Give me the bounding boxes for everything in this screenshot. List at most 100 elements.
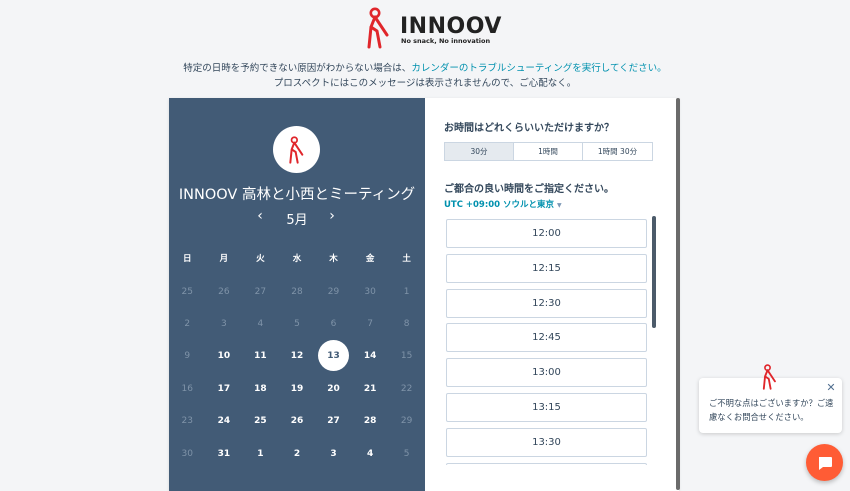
- chat-launcher-button[interactable]: [806, 444, 843, 481]
- calendar-day-unavailable: 22: [400, 383, 413, 394]
- calendar-day-available[interactable]: 18: [242, 374, 279, 404]
- calendar-day-unavailable: 1: [403, 286, 410, 297]
- weekday-header: 日月火水木金土: [169, 243, 425, 275]
- brand-name: INNOOV: [400, 14, 502, 39]
- troubleshoot-notice: 特定の日時を予約できない原因がわからない場合は、カレンダーのトラブルシューティン…: [0, 61, 850, 91]
- calendar-day-available[interactable]: 27: [315, 406, 352, 436]
- calendar-week-row: 2 3 4 5 6 7 8: [169, 308, 425, 340]
- time-slot-list: 12:00 12:15 12:30 12:45 13:00 13:15 13:30: [446, 219, 647, 465]
- time-slot-button[interactable]: 13:30: [446, 427, 647, 457]
- calendar-day-selected[interactable]: 13: [315, 340, 352, 372]
- innoov-logo-icon: [367, 7, 389, 49]
- time-slot-button[interactable]: 12:00: [446, 219, 647, 248]
- organizer-avatar: [273, 126, 320, 173]
- weekday-label: 日: [183, 254, 192, 265]
- notice-line-1: 特定の日時を予約できない原因がわからない場合は、カレンダーのトラブルシューティン…: [0, 61, 850, 76]
- timezone-dropdown[interactable]: UTC +09:00 ソウルと東京 ▼: [444, 198, 562, 210]
- calendar-day-number: 13: [327, 351, 340, 362]
- time-slot-button[interactable]: 13:15: [446, 392, 647, 422]
- duration-option-button[interactable]: 1時間: [514, 142, 583, 161]
- calendar-day-available[interactable]: 20: [315, 374, 352, 404]
- calendar-day-unavailable: 5: [403, 448, 410, 459]
- duration-option-button[interactable]: 1時間 30分: [583, 142, 653, 161]
- calendar-day-available[interactable]: 21: [352, 374, 389, 404]
- calendar-day-available[interactable]: 12: [279, 341, 316, 371]
- time-slot-button[interactable]: 12:30: [446, 288, 647, 318]
- notice-text: 特定の日時を予約できない原因がわからない場合は、: [183, 63, 412, 74]
- calendar-day-unavailable: 15: [400, 351, 413, 362]
- calendar-day-unavailable: 27: [254, 286, 267, 297]
- month-navigation: ‹ 5月 ›: [169, 208, 425, 228]
- time-slot-button[interactable]: 12:45: [446, 323, 647, 353]
- calendar-day-available[interactable]: 28: [352, 406, 389, 436]
- calendar-day-unavailable: 26: [218, 286, 230, 297]
- duration-selector: 30分 1時間 1時間 30分: [444, 142, 653, 161]
- weekday-label: 土: [402, 254, 411, 265]
- calendar-day-unavailable: 7: [367, 318, 373, 329]
- time-selection-panel: お時間はどれくらいいただけますか？ 30分 1時間 1時間 30分 ご都合の良い時間…: [425, 98, 679, 491]
- calendar-week-row: 23 24 25 26 27 28 29: [169, 405, 425, 437]
- page-scrollbar[interactable]: [676, 98, 680, 490]
- calendar-day-available[interactable]: 17: [206, 374, 243, 404]
- time-slot-button[interactable]: 12:15: [446, 253, 647, 283]
- weekday-label: 火: [256, 254, 265, 265]
- calendar-day-unavailable: 30: [181, 448, 193, 459]
- current-month: 5月: [286, 213, 308, 228]
- time-question: ご都合の良い時間をご指定ください。: [444, 184, 614, 195]
- slot-list-scrollbar[interactable]: [652, 216, 656, 328]
- chat-agent-avatar-icon: [762, 364, 776, 390]
- calendar-day-available[interactable]: 25: [242, 406, 279, 436]
- calendar-week-row: 30 31 1 2 3 4 5: [169, 437, 425, 469]
- calendar-day-unavailable: 2: [184, 318, 191, 329]
- brand-logo: INNOOV No snack, No innovation: [366, 7, 501, 49]
- calendar-day-available[interactable]: 14: [352, 341, 389, 371]
- calendar-day-unavailable: 25: [181, 286, 193, 297]
- next-month-icon[interactable]: ›: [324, 208, 340, 224]
- calendar-day-available[interactable]: 4: [352, 439, 389, 469]
- chat-welcome-message: ご不明な点はございますか？ご遠慮なくお問合せください。: [709, 398, 834, 422]
- calendar-day-available[interactable]: 19: [279, 374, 316, 404]
- calendar-week-row: 9 10 11 12 13 14 15: [169, 340, 425, 372]
- weekday-label: 木: [329, 254, 338, 265]
- calendar-day-available[interactable]: 1: [242, 439, 279, 469]
- calendar-day-available[interactable]: 2: [279, 439, 316, 469]
- calendar-day-unavailable: 6: [330, 318, 337, 329]
- calendar-day-unavailable: 8: [403, 318, 410, 329]
- calendar-day-unavailable: 9: [184, 351, 191, 362]
- notice-line-2: プロスペクトにはこのメッセージは表示されませんので、ご心配なく。: [273, 78, 577, 89]
- calendar-day-unavailable: 16: [181, 383, 193, 394]
- meeting-title: INNOOV 高林と小西とミーティング: [178, 187, 416, 203]
- calendar-day-unavailable: 3: [220, 318, 227, 329]
- calendar-week-row: 25 26 27 28 29 30 1: [169, 275, 425, 307]
- calendar-day-unavailable: 5: [294, 318, 300, 329]
- calendar-day-unavailable: 28: [291, 286, 303, 297]
- weekday-label: 金: [365, 254, 375, 265]
- weekday-label: 月: [219, 254, 229, 265]
- chat-icon: [818, 456, 832, 470]
- time-slot-button[interactable]: 13:00: [446, 358, 647, 388]
- calendar-day-unavailable: 30: [364, 286, 376, 297]
- calendar-day-available[interactable]: 11: [242, 341, 279, 371]
- calendar-week-row: 16 17 18 19 20 21 22: [169, 373, 425, 405]
- calendar-day-available[interactable]: 10: [206, 341, 243, 371]
- calendar-day-unavailable: 23: [181, 416, 193, 427]
- weekday-label: 水: [292, 254, 302, 265]
- calendar-day-available[interactable]: 31: [206, 439, 243, 469]
- prev-month-icon[interactable]: ‹: [252, 208, 268, 224]
- calendar-day-unavailable: 29: [400, 416, 413, 427]
- troubleshoot-link[interactable]: カレンダーのトラブルシューティングを実行してください。: [411, 63, 666, 74]
- brand-tagline: No snack, No innovation: [401, 37, 491, 45]
- time-slot-button[interactable]: [446, 462, 647, 465]
- close-icon[interactable]: ✕: [825, 382, 837, 394]
- calendar-grid: 日月火水木金土 25 26 27 28 29 30 1 2 3 4 5 6 7 8 9 10 11 12 13 14 1…: [169, 243, 425, 470]
- duration-question: お時間はどれくらいいただけますか？: [444, 123, 614, 134]
- calendar-day-unavailable: 29: [327, 286, 340, 297]
- calendar-day-available[interactable]: 24: [206, 406, 243, 436]
- calendar-panel: INNOOV 高林と小西とミーティング ‹ 5月 › 日月火水木金土 25 26 2…: [169, 98, 425, 491]
- duration-option-button[interactable]: 30分: [444, 142, 514, 161]
- innoov-avatar-icon: [288, 135, 303, 164]
- calendar-day-available[interactable]: 26: [279, 406, 316, 436]
- calendar-day-unavailable: 4: [257, 318, 264, 329]
- caret-down-icon: ▼: [557, 202, 562, 209]
- calendar-day-available[interactable]: 3: [315, 439, 352, 469]
